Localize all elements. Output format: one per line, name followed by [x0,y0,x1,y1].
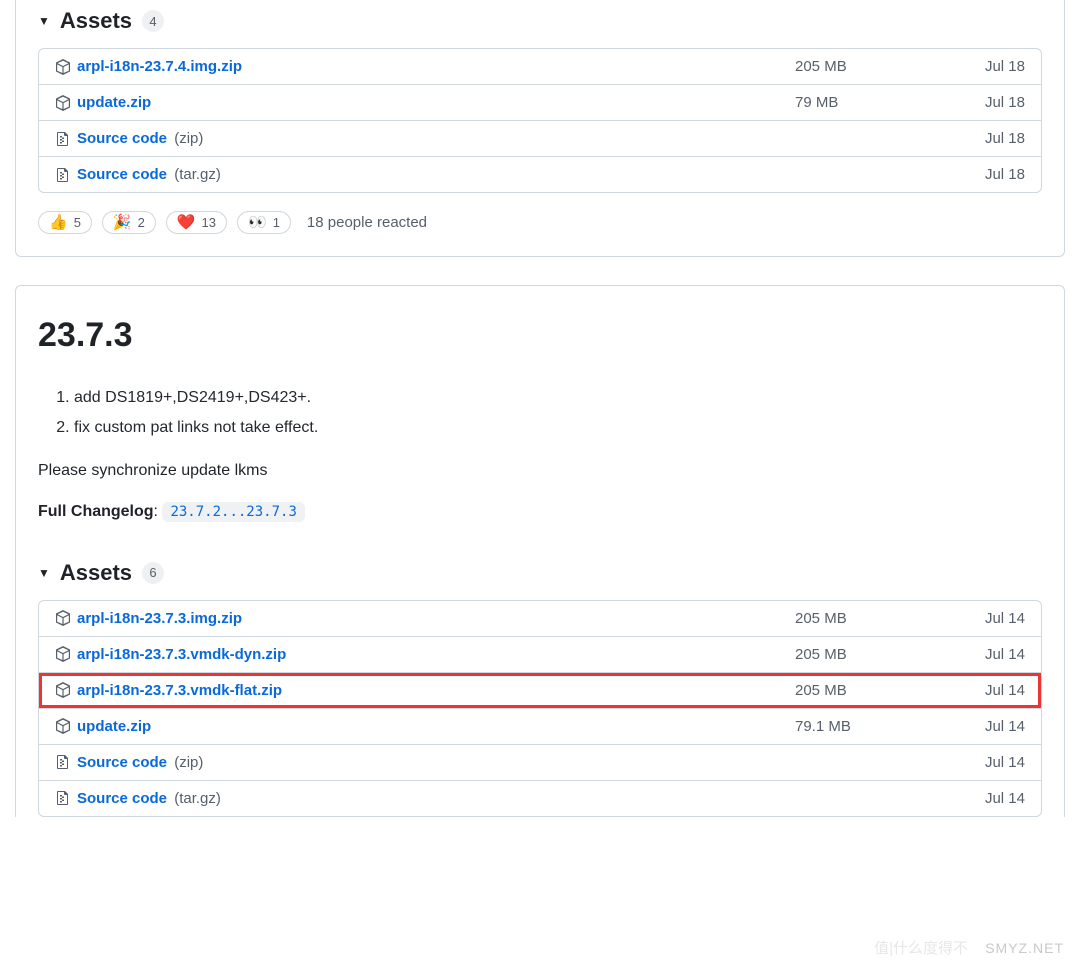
asset-date: Jul 18 [955,130,1025,147]
asset-date: Jul 14 [955,754,1025,771]
asset-row: arpl-i18n-23.7.3.vmdk-dyn.zip 205 MBJul 1… [39,636,1041,672]
asset-size: 205 MB [795,682,955,699]
caret-down-icon: ▼ [38,566,50,580]
asset-row: arpl-i18n-23.7.4.img.zip 205 MBJul 18 [39,49,1041,84]
asset-date: Jul 14 [955,646,1025,663]
asset-size: 205 MB [795,610,955,627]
reaction-pill[interactable]: 👍5 [38,211,92,234]
asset-link[interactable]: arpl-i18n-23.7.3.img.zip [77,610,242,627]
caret-down-icon: ▼ [38,14,50,28]
asset-row: update.zip 79 MBJul 18 [39,84,1041,120]
assets-toggle[interactable]: ▼ Assets 4 [38,8,1042,34]
asset-link[interactable]: arpl-i18n-23.7.3.vmdk-dyn.zip [77,646,286,663]
asset-row: Source code (tar.gz) Jul 14 [39,780,1041,816]
asset-row: arpl-i18n-23.7.3.vmdk-flat.zip 205 MBJul … [39,672,1041,708]
reactions-row: 👍5🎉2❤️13👀1 18 people reacted [38,211,1042,234]
reaction-emoji-icon: 🎉 [113,215,132,230]
asset-size: 205 MB [795,58,955,75]
asset-list: arpl-i18n-23.7.3.img.zip205 MBJul 14arpl… [38,600,1042,817]
reaction-count: 2 [138,215,145,230]
asset-link[interactable]: update.zip [77,94,151,111]
asset-date: Jul 14 [955,610,1025,627]
assets-heading: Assets [60,560,132,586]
asset-list: arpl-i18n-23.7.4.img.zip205 MBJul 18upda… [38,48,1042,193]
changelog-item: add DS1819+,DS2419+,DS423+. [74,383,1042,413]
changelog: add DS1819+,DS2419+,DS423+.fix custom pa… [38,383,1042,444]
asset-date: Jul 14 [955,682,1025,699]
release-card: 23.7.3 add DS1819+,DS2419+,DS423+.fix cu… [15,285,1065,817]
asset-link[interactable]: update.zip [77,718,151,735]
reaction-count: 5 [74,215,81,230]
asset-link[interactable]: Source code (zip) [77,130,203,147]
reaction-pill[interactable]: ❤️ 13 [166,211,227,234]
assets-toggle[interactable]: ▼ Assets 6 [38,560,1042,586]
sync-note: Please synchronize update lkms [38,462,1042,480]
asset-date: Jul 18 [955,166,1025,183]
asset-row: arpl-i18n-23.7.3.img.zip 205 MBJul 14 [39,601,1041,636]
reaction-count: 1 [273,215,280,230]
asset-size: 79 MB [795,94,955,111]
asset-count-badge: 4 [142,10,164,32]
full-changelog: Full Changelog: 23.7.2...23.7.3 [38,502,1042,522]
asset-link[interactable]: Source code (tar.gz) [77,166,221,183]
asset-date: Jul 14 [955,718,1025,735]
asset-size: 205 MB [795,646,955,663]
reaction-pill[interactable]: 🎉2 [102,211,156,234]
asset-link[interactable]: arpl-i18n-23.7.3.vmdk-flat.zip [77,682,282,699]
asset-date: Jul 18 [955,58,1025,75]
asset-link[interactable]: arpl-i18n-23.7.4.img.zip [77,58,242,75]
reaction-emoji-icon: 👍 [49,215,68,230]
reaction-emoji-icon: ❤️ [177,215,196,230]
release-card: ▼ Assets 4 arpl-i18n-23.7.4.img.zip 205 M… [15,0,1065,257]
asset-date: Jul 14 [955,790,1025,807]
release-title: 23.7.3 [38,316,1042,355]
compare-link[interactable]: 23.7.2...23.7.3 [162,502,304,522]
asset-row: Source code (zip) Jul 18 [39,120,1041,156]
asset-link[interactable]: Source code (zip) [77,754,203,771]
reactions-summary: 18 people reacted [307,214,427,231]
asset-row: Source code (tar.gz) Jul 18 [39,156,1041,192]
assets-heading: Assets [60,8,132,34]
asset-row: Source code (zip) Jul 14 [39,744,1041,780]
changelog-item: fix custom pat links not take effect. [74,413,1042,443]
asset-row: update.zip 79.1 MBJul 14 [39,708,1041,744]
watermark-text: 值|什么度得不 [874,937,968,958]
reaction-pill[interactable]: 👀1 [237,211,291,234]
asset-date: Jul 18 [955,94,1025,111]
asset-count-badge: 6 [142,562,164,584]
asset-size: 79.1 MB [795,718,955,735]
reaction-count: 13 [202,215,216,230]
reaction-emoji-icon: 👀 [248,215,267,230]
watermark-text: SMYZ.NET [985,940,1064,956]
asset-link[interactable]: Source code (tar.gz) [77,790,221,807]
